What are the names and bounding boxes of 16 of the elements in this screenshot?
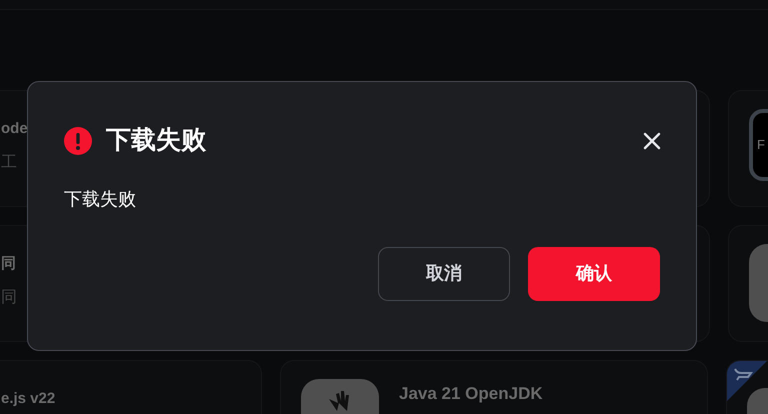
confirm-button[interactable]: 确认	[528, 246, 660, 300]
tile-letter: F	[757, 136, 765, 154]
dialog-title: 下载失败	[106, 125, 206, 156]
close-icon	[643, 132, 661, 150]
cancel-button[interactable]: 取消	[378, 246, 510, 300]
card-title: ode	[1, 119, 28, 139]
card-title: Java 21 OpenJDK	[399, 385, 543, 403]
card-title: e.js v22	[1, 389, 56, 409]
card-subtitle: 同	[1, 288, 17, 308]
app-card[interactable]: Java 21 OpenJDK	[280, 360, 708, 414]
card-subtitle: 工	[1, 153, 17, 173]
card-title: 同	[1, 254, 16, 274]
error-icon	[64, 126, 92, 155]
dialog-message: 下载失败	[64, 188, 137, 210]
app-card[interactable]: e.js v22	[0, 360, 262, 414]
app-card[interactable]: F	[728, 90, 768, 207]
